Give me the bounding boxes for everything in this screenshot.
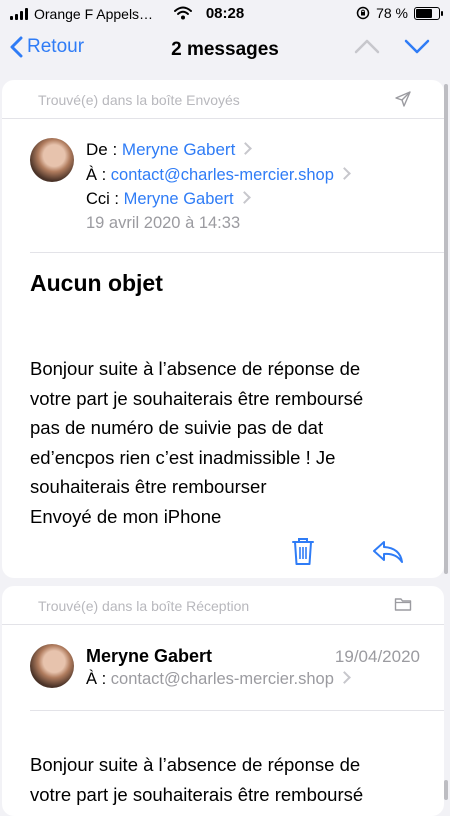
avatar	[30, 644, 74, 688]
message-card-received: Trouvé(e) dans la boîte Réception Meryne…	[2, 586, 444, 816]
folder-note: Trouvé(e) dans la boîte Réception	[38, 598, 250, 614]
from-row[interactable]: De : Meryne Gabert	[86, 140, 253, 160]
sender-name: Meryne Gabert	[86, 646, 213, 666]
to-label: À :	[86, 670, 107, 688]
trash-icon[interactable]	[290, 536, 316, 566]
divider	[30, 252, 444, 253]
message-date: 19/04/2020	[334, 647, 420, 666]
to-address[interactable]: contact@charles-mercier.shop	[111, 166, 334, 184]
chevron-right-icon	[239, 142, 253, 155]
battery-percent: 78 %	[376, 5, 408, 21]
avatar	[30, 138, 74, 182]
nav-title: 2 messages	[171, 39, 279, 60]
message-card-sent: Trouvé(e) dans la boîte Envoyés De : Mer…	[2, 80, 444, 578]
body-line: votre part je souhaiterais être rembours…	[30, 783, 364, 805]
orientation-lock-icon	[356, 6, 370, 20]
subject: Aucun objet	[30, 270, 163, 296]
to-address[interactable]: contact@charles-mercier.shop	[111, 670, 334, 688]
cci-name[interactable]: Meryne Gabert	[124, 190, 234, 208]
body-line: ed’encpos rien c’est inadmissible ! Je	[30, 446, 336, 468]
message-body: Bonjour suite à l’absence de réponse de …	[30, 750, 424, 809]
folder-icon	[394, 598, 412, 611]
chevron-right-icon	[237, 191, 251, 204]
body-line: votre part je souhaiterais être rembours…	[30, 387, 364, 409]
navigation-bar: Retour 2 messages	[0, 28, 450, 74]
divider	[30, 710, 444, 711]
body-line: pas de numéro de suivie pas de dat	[30, 417, 324, 438]
chevron-right-icon	[338, 167, 351, 180]
body-line: Bonjour suite à l’absence de réponse de	[30, 754, 361, 775]
message-date: 19 avril 2020 à 14:33	[86, 214, 241, 232]
body-line: Envoyé de mon iPhone	[30, 505, 222, 527]
body-line: Bonjour suite à l’absence de réponse de	[30, 358, 361, 379]
to-row[interactable]: À : contact@charles-mercier.shop	[86, 670, 351, 689]
scroll-indicator	[444, 84, 448, 574]
status-bar: Orange F Appels… 08:28 78 %	[0, 0, 450, 28]
message-body: Bonjour suite à l’absence de réponse de …	[30, 354, 424, 531]
cci-row[interactable]: Cci : Meryne Gabert	[86, 190, 251, 209]
paper-plane-icon	[395, 91, 411, 107]
chevron-right-icon	[338, 671, 351, 684]
reply-icon[interactable]	[372, 540, 404, 564]
folder-note-row: Trouvé(e) dans la boîte Envoyés	[2, 80, 444, 119]
folder-note: Trouvé(e) dans la boîte Envoyés	[38, 92, 240, 108]
to-label: À :	[86, 166, 107, 184]
folder-note-row: Trouvé(e) dans la boîte Réception	[2, 586, 444, 625]
to-row[interactable]: À : contact@charles-mercier.shop	[86, 166, 351, 185]
next-message-icon[interactable]	[404, 38, 430, 54]
previous-message-icon[interactable]	[354, 38, 380, 54]
body-line: souhaiterais être rembourser	[30, 476, 267, 497]
cci-label: Cci :	[86, 190, 119, 208]
from-name[interactable]: Meryne Gabert	[122, 140, 235, 159]
battery-icon	[414, 6, 443, 20]
from-label: De :	[86, 140, 118, 159]
scroll-indicator	[444, 780, 448, 800]
